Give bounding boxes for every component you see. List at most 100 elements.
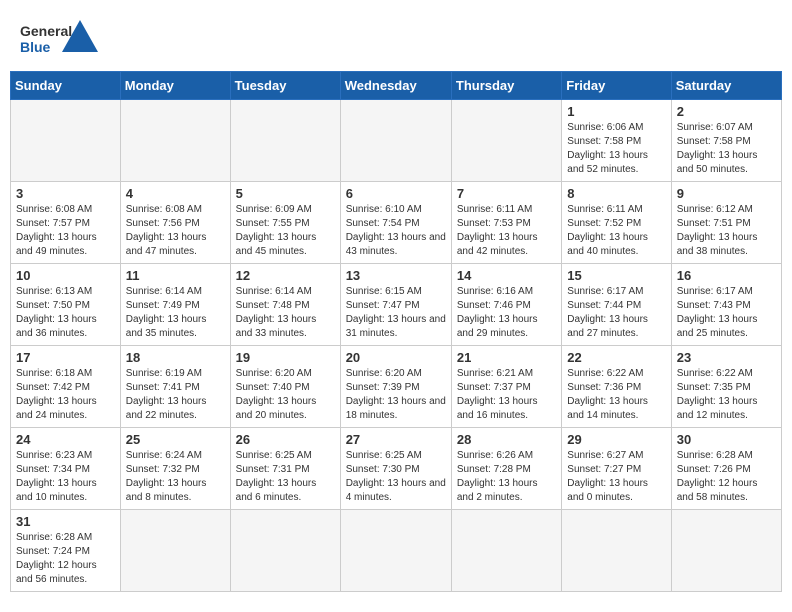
day-info: Sunrise: 6:15 AM Sunset: 7:47 PM Dayligh… [346, 285, 446, 341]
calendar-cell [340, 510, 451, 592]
day-number: 30 [677, 432, 776, 447]
calendar-cell: 14Sunrise: 6:16 AM Sunset: 7:46 PM Dayli… [451, 264, 561, 346]
day-info: Sunrise: 6:24 AM Sunset: 7:32 PM Dayligh… [126, 449, 225, 505]
calendar-cell: 19 Sunrise: 6:20 AM Sunset: 7:40 PM Dayli… [230, 346, 340, 428]
day-number: 5 [236, 186, 335, 201]
calendar-cell: 9 Sunrise: 6:12 AM Sunset: 7:51 PM Daylig… [671, 182, 781, 264]
day-number: 18 [126, 350, 225, 365]
calendar-cell: 28Sunrise: 6:26 AM Sunset: 7:28 PM Dayli… [451, 428, 561, 510]
calendar-cell: 2 Sunrise: 6:07 AM Sunset: 7:58 PM Daylig… [671, 100, 781, 182]
day-info: Sunrise: 6:19 AM Sunset: 7:41 PM Dayligh… [126, 367, 225, 423]
calendar-cell: 22Sunrise: 6:22 AM Sunset: 7:36 PM Dayli… [562, 346, 671, 428]
calendar-cell: 26 Sunrise: 6:25 AM Sunset: 7:31 PM Dayli… [230, 428, 340, 510]
weekday-header-row: SundayMondayTuesdayWednesdayThursdayFrid… [11, 72, 782, 100]
calendar-cell: 20 Sunrise: 6:20 AM Sunset: 7:39 PM Dayli… [340, 346, 451, 428]
calendar-cell: 24Sunrise: 6:23 AM Sunset: 7:34 PM Dayli… [11, 428, 121, 510]
day-info: Sunrise: 6:06 AM Sunset: 7:58 PM Dayligh… [567, 121, 665, 177]
day-info: Sunrise: 6:25 AM Sunset: 7:31 PM Dayligh… [236, 449, 335, 505]
calendar-cell: 4 Sunrise: 6:08 AM Sunset: 7:56 PM Daylig… [120, 182, 230, 264]
day-number: 22 [567, 350, 665, 365]
day-number: 31 [16, 514, 115, 529]
day-number: 26 [236, 432, 335, 447]
calendar-cell: 1Sunrise: 6:06 AM Sunset: 7:58 PM Daylig… [562, 100, 671, 182]
calendar-cell: 30 Sunrise: 6:28 AM Sunset: 7:26 PM Dayli… [671, 428, 781, 510]
calendar-cell [451, 510, 561, 592]
calendar-cell: 3Sunrise: 6:08 AM Sunset: 7:57 PM Daylig… [11, 182, 121, 264]
day-info: Sunrise: 6:08 AM Sunset: 7:57 PM Dayligh… [16, 203, 115, 259]
calendar-cell [671, 510, 781, 592]
calendar-cell: 23Sunrise: 6:22 AM Sunset: 7:35 PM Dayli… [671, 346, 781, 428]
day-info: Sunrise: 6:09 AM Sunset: 7:55 PM Dayligh… [236, 203, 335, 259]
day-info: Sunrise: 6:14 AM Sunset: 7:48 PM Dayligh… [236, 285, 335, 341]
day-info: Sunrise: 6:11 AM Sunset: 7:53 PM Dayligh… [457, 203, 556, 259]
calendar-cell [340, 100, 451, 182]
calendar-table: SundayMondayTuesdayWednesdayThursdayFrid… [10, 71, 782, 592]
day-info: Sunrise: 6:11 AM Sunset: 7:52 PM Dayligh… [567, 203, 665, 259]
calendar-cell: 18 Sunrise: 6:19 AM Sunset: 7:41 PM Dayli… [120, 346, 230, 428]
calendar-cell: 6 Sunrise: 6:10 AM Sunset: 7:54 PM Daylig… [340, 182, 451, 264]
day-number: 6 [346, 186, 446, 201]
calendar-cell [120, 100, 230, 182]
calendar-week-row: 24Sunrise: 6:23 AM Sunset: 7:34 PM Dayli… [11, 428, 782, 510]
calendar-cell: 25Sunrise: 6:24 AM Sunset: 7:32 PM Dayli… [120, 428, 230, 510]
weekday-header-saturday: Saturday [671, 72, 781, 100]
day-number: 17 [16, 350, 115, 365]
day-number: 21 [457, 350, 556, 365]
day-info: Sunrise: 6:28 AM Sunset: 7:26 PM Dayligh… [677, 449, 776, 505]
day-info: Sunrise: 6:08 AM Sunset: 7:56 PM Dayligh… [126, 203, 225, 259]
calendar-cell: 21 Sunrise: 6:21 AM Sunset: 7:37 PM Dayli… [451, 346, 561, 428]
calendar-cell: 12 Sunrise: 6:14 AM Sunset: 7:48 PM Dayli… [230, 264, 340, 346]
day-number: 13 [346, 268, 446, 283]
day-info: Sunrise: 6:20 AM Sunset: 7:39 PM Dayligh… [346, 367, 446, 423]
calendar-week-row: 3Sunrise: 6:08 AM Sunset: 7:57 PM Daylig… [11, 182, 782, 264]
day-number: 16 [677, 268, 776, 283]
calendar-cell [11, 100, 121, 182]
calendar-cell: 10 Sunrise: 6:13 AM Sunset: 7:50 PM Dayli… [11, 264, 121, 346]
weekday-header-monday: Monday [120, 72, 230, 100]
calendar-cell [451, 100, 561, 182]
day-info: Sunrise: 6:21 AM Sunset: 7:37 PM Dayligh… [457, 367, 556, 423]
day-number: 10 [16, 268, 115, 283]
calendar-cell [120, 510, 230, 592]
calendar-cell [562, 510, 671, 592]
calendar-cell: 11 Sunrise: 6:14 AM Sunset: 7:49 PM Dayli… [120, 264, 230, 346]
logo: GeneralBlue [20, 20, 100, 60]
day-number: 29 [567, 432, 665, 447]
calendar-cell [230, 100, 340, 182]
calendar-cell: 13 Sunrise: 6:15 AM Sunset: 7:47 PM Dayli… [340, 264, 451, 346]
calendar-week-row: 10 Sunrise: 6:13 AM Sunset: 7:50 PM Dayli… [11, 264, 782, 346]
day-info: Sunrise: 6:25 AM Sunset: 7:30 PM Dayligh… [346, 449, 446, 505]
calendar-week-row: 1Sunrise: 6:06 AM Sunset: 7:58 PM Daylig… [11, 100, 782, 182]
day-number: 7 [457, 186, 556, 201]
day-number: 23 [677, 350, 776, 365]
day-number: 4 [126, 186, 225, 201]
day-number: 27 [346, 432, 446, 447]
day-number: 19 [236, 350, 335, 365]
calendar-cell: 29 Sunrise: 6:27 AM Sunset: 7:27 PM Dayli… [562, 428, 671, 510]
calendar-week-row: 31Sunrise: 6:28 AM Sunset: 7:24 PM Dayli… [11, 510, 782, 592]
day-number: 12 [236, 268, 335, 283]
weekday-header-friday: Friday [562, 72, 671, 100]
calendar-week-row: 17Sunrise: 6:18 AM Sunset: 7:42 PM Dayli… [11, 346, 782, 428]
day-number: 11 [126, 268, 225, 283]
day-info: Sunrise: 6:10 AM Sunset: 7:54 PM Dayligh… [346, 203, 446, 259]
generalblue-logo-icon: GeneralBlue [20, 20, 100, 60]
day-info: Sunrise: 6:12 AM Sunset: 7:51 PM Dayligh… [677, 203, 776, 259]
day-number: 8 [567, 186, 665, 201]
day-info: Sunrise: 6:27 AM Sunset: 7:27 PM Dayligh… [567, 449, 665, 505]
day-number: 2 [677, 104, 776, 119]
day-info: Sunrise: 6:20 AM Sunset: 7:40 PM Dayligh… [236, 367, 335, 423]
day-number: 24 [16, 432, 115, 447]
day-info: Sunrise: 6:07 AM Sunset: 7:58 PM Dayligh… [677, 121, 776, 177]
day-number: 15 [567, 268, 665, 283]
day-number: 20 [346, 350, 446, 365]
day-info: Sunrise: 6:17 AM Sunset: 7:43 PM Dayligh… [677, 285, 776, 341]
day-info: Sunrise: 6:13 AM Sunset: 7:50 PM Dayligh… [16, 285, 115, 341]
day-number: 9 [677, 186, 776, 201]
weekday-header-thursday: Thursday [451, 72, 561, 100]
calendar-cell: 31Sunrise: 6:28 AM Sunset: 7:24 PM Dayli… [11, 510, 121, 592]
day-info: Sunrise: 6:14 AM Sunset: 7:49 PM Dayligh… [126, 285, 225, 341]
calendar-cell: 5 Sunrise: 6:09 AM Sunset: 7:55 PM Daylig… [230, 182, 340, 264]
svg-text:Blue: Blue [20, 39, 51, 55]
svg-text:General: General [20, 23, 72, 39]
